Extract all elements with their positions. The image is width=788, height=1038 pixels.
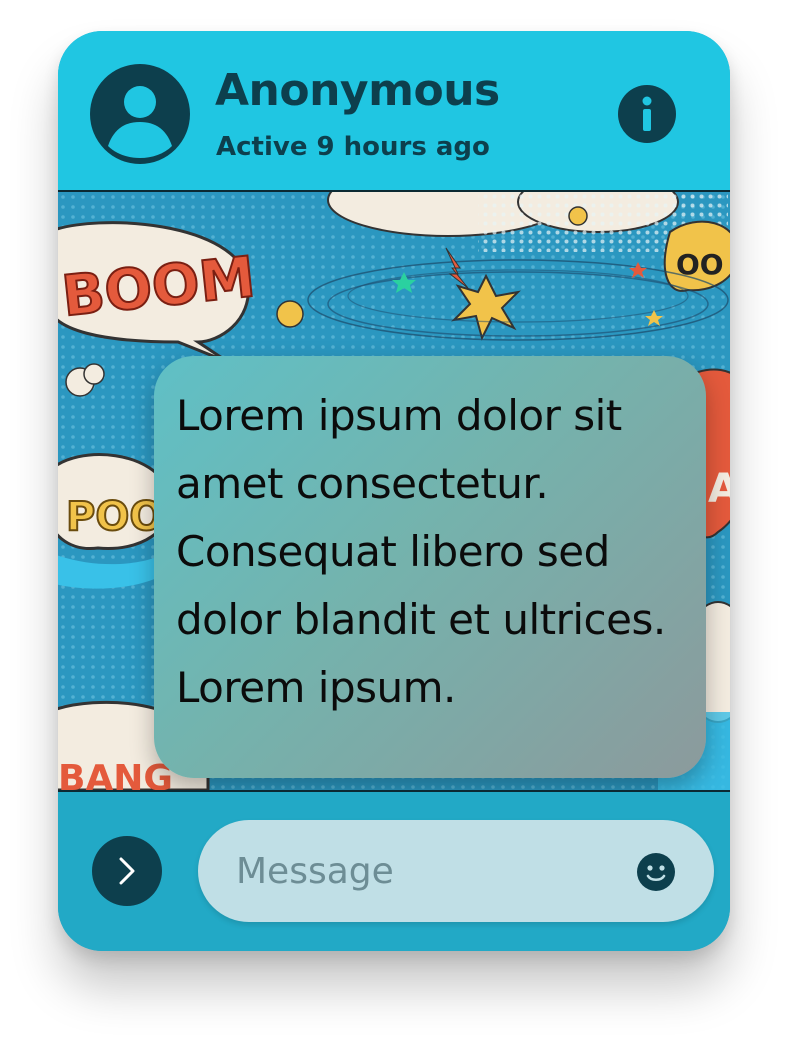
contact-status: Active 9 hours ago: [216, 132, 490, 162]
svg-text:A: A: [708, 466, 730, 512]
message-text: Lorem ipsum dolor sit amet consectetur. …: [176, 391, 666, 712]
info-icon[interactable]: [618, 85, 676, 143]
svg-text:POO: POO: [66, 494, 163, 540]
message-bubble[interactable]: Lorem ipsum dolor sit amet consectetur. …: [154, 356, 706, 778]
contact-name: Anonymous: [215, 65, 500, 116]
chat-header: Anonymous Active 9 hours ago: [58, 31, 730, 192]
message-input[interactable]: [236, 844, 616, 898]
composer-bar: [58, 792, 730, 951]
smiley-icon[interactable]: [636, 852, 676, 892]
chevron-right-icon[interactable]: [92, 836, 162, 906]
chat-area[interactable]: BOOM OO POO A B: [58, 192, 730, 792]
user-avatar-icon[interactable]: [90, 64, 190, 164]
message-box: [198, 820, 714, 922]
svg-text:BANG: BANG: [58, 758, 173, 790]
chat-window: Anonymous Active 9 hours ago BOOM OO POO…: [58, 31, 730, 951]
